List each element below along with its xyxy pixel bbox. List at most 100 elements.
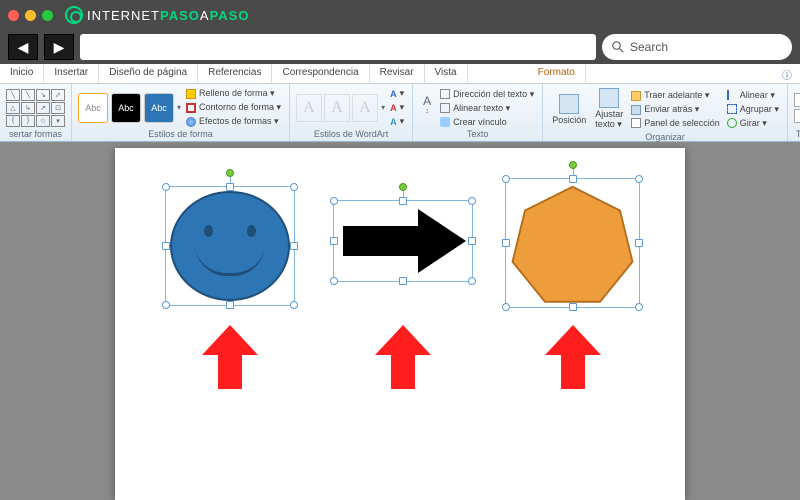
resize-handle-n[interactable] (569, 175, 577, 183)
arrow-shape[interactable] (338, 206, 468, 276)
group-button[interactable]: Agrupar ▾ (725, 103, 781, 116)
resize-handle-n[interactable] (226, 183, 234, 191)
heptagon-shape[interactable] (510, 183, 635, 308)
bring-forward-label: Traer adelante ▾ (644, 90, 709, 101)
browser-titlebar: INTERNETPASOAPASO (0, 0, 800, 30)
minimize-window-button[interactable] (25, 10, 36, 21)
search-input[interactable]: Search (602, 34, 792, 60)
rotation-handle[interactable] (226, 169, 234, 177)
outline-button[interactable]: Contorno de forma ▾ (184, 101, 283, 114)
tab-vista[interactable]: Vista (425, 64, 468, 83)
resize-handle-sw[interactable] (162, 301, 170, 309)
group-label-tamano: Tamaño (794, 129, 800, 141)
fill-label: Relleno de forma ▾ (199, 88, 275, 99)
group-estilos-forma: Abc Abc Abc ▾ Relleno de forma ▾ Contorn… (72, 84, 290, 141)
text-direction-button[interactable]: Dirección del texto ▾ (438, 88, 536, 101)
group-label-organizar: Organizar (549, 132, 781, 144)
resize-handle-s[interactable] (399, 277, 407, 285)
outline-label: Contorno de forma ▾ (199, 102, 281, 113)
indicator-arrow-3 (543, 323, 603, 393)
resize-handle-se[interactable] (290, 301, 298, 309)
url-input[interactable] (80, 34, 596, 60)
resize-handle-ne[interactable] (468, 197, 476, 205)
tab-referencias[interactable]: Referencias (198, 64, 272, 83)
height-input[interactable] (794, 93, 800, 107)
width-input[interactable] (794, 109, 800, 123)
group-tamano: Tamaño (788, 84, 800, 141)
selection-heptagon[interactable] (505, 178, 640, 308)
document-page[interactable] (115, 148, 685, 500)
resize-handle-e[interactable] (635, 239, 643, 247)
logo-text-paso2: PASO (210, 8, 250, 23)
ribbon-help-icon[interactable]: ⓘ (774, 64, 800, 83)
resize-handle-nw[interactable] (162, 183, 170, 191)
group-organizar: Posición Ajustar texto ▾ Traer adelante … (543, 84, 788, 141)
text-direction-tool[interactable]: A↕ (419, 94, 435, 122)
resize-handle-se[interactable] (468, 277, 476, 285)
rotation-handle[interactable] (569, 161, 577, 169)
resize-handle-n[interactable] (399, 197, 407, 205)
tab-insertar[interactable]: Insertar (44, 64, 99, 83)
document-canvas-area (0, 142, 800, 500)
text-effects-button[interactable]: A▾ (388, 115, 406, 128)
rotation-handle[interactable] (399, 183, 407, 191)
smiley-shape[interactable] (170, 191, 290, 301)
ribbon: ╲╲↘⬀ △↳↗⊡ {}☆▾ sertar formas Abc Abc Abc… (0, 84, 800, 142)
selection-pane-button[interactable]: Panel de selección (629, 117, 722, 129)
text-direction-label: Dirección del texto ▾ (453, 89, 534, 100)
group-wordart: AAA ▾ A▾ A▾ A▾ Estilos de WordArt (290, 84, 413, 141)
effects-label: Efectos de formas ▾ (199, 116, 279, 127)
style-gallery-more[interactable]: ▾ (177, 103, 181, 112)
align-button[interactable]: Alinear ▾ (725, 89, 781, 102)
selection-smiley[interactable] (165, 186, 295, 306)
wordart-more[interactable]: ▾ (381, 103, 385, 112)
tab-inicio[interactable]: Inicio (0, 64, 44, 83)
close-window-button[interactable] (8, 10, 19, 21)
tab-correspondencia[interactable]: Correspondencia (272, 64, 369, 83)
align-text-label: Alinear texto ▾ (453, 103, 510, 114)
selection-arrow[interactable] (333, 200, 473, 282)
tab-formato[interactable]: Formato (528, 64, 586, 83)
shapes-gallery[interactable]: ╲╲↘⬀ △↳↗⊡ {}☆▾ (6, 89, 65, 127)
resize-handle-ne[interactable] (635, 175, 643, 183)
fill-button[interactable]: Relleno de forma ▾ (184, 87, 283, 100)
create-link-label: Crear vínculo (453, 117, 507, 127)
maximize-window-button[interactable] (42, 10, 53, 21)
shape-style-1[interactable]: Abc (78, 93, 108, 123)
rotate-button[interactable]: Girar ▾ (725, 117, 781, 130)
forward-button[interactable]: ▶ (44, 34, 74, 60)
resize-handle-sw[interactable] (502, 303, 510, 311)
resize-handle-s[interactable] (226, 301, 234, 309)
group-texto: A↕ Dirección del texto ▾ Alinear texto ▾… (413, 84, 543, 141)
bring-forward-button[interactable]: Traer adelante ▾ (629, 89, 722, 102)
align-text-button[interactable]: Alinear texto ▾ (438, 102, 536, 115)
resize-handle-nw[interactable] (330, 197, 338, 205)
group-label: Agrupar ▾ (740, 104, 779, 115)
send-backward-label: Enviar atrás ▾ (644, 104, 699, 115)
tab-revisar[interactable]: Revisar (370, 64, 425, 83)
create-link-button[interactable]: Crear vínculo (438, 116, 536, 128)
position-button[interactable]: Posición (549, 92, 589, 127)
resize-handle-ne[interactable] (290, 183, 298, 191)
resize-handle-w[interactable] (330, 237, 338, 245)
shape-style-2[interactable]: Abc (111, 93, 141, 123)
wordart-gallery[interactable]: AAA (296, 94, 378, 122)
resize-handle-sw[interactable] (330, 277, 338, 285)
resize-handle-w[interactable] (162, 242, 170, 250)
tab-diseno[interactable]: Diseño de página (99, 64, 198, 83)
group-label-estilos: Estilos de forma (78, 129, 283, 141)
resize-handle-se[interactable] (635, 303, 643, 311)
wrap-text-button[interactable]: Ajustar texto ▾ (592, 86, 626, 132)
resize-handle-e[interactable] (290, 242, 298, 250)
resize-handle-w[interactable] (502, 239, 510, 247)
resize-handle-e[interactable] (468, 237, 476, 245)
back-button[interactable]: ◀ (8, 34, 38, 60)
resize-handle-nw[interactable] (502, 175, 510, 183)
send-backward-button[interactable]: Enviar atrás ▾ (629, 103, 722, 116)
logo-text-paso1: PASO (160, 8, 200, 23)
text-outline-button[interactable]: A▾ (388, 101, 406, 114)
search-icon (612, 41, 624, 53)
shape-style-3[interactable]: Abc (144, 93, 174, 123)
text-fill-button[interactable]: A▾ (388, 87, 406, 100)
effects-button[interactable]: Efectos de formas ▾ (184, 115, 283, 128)
